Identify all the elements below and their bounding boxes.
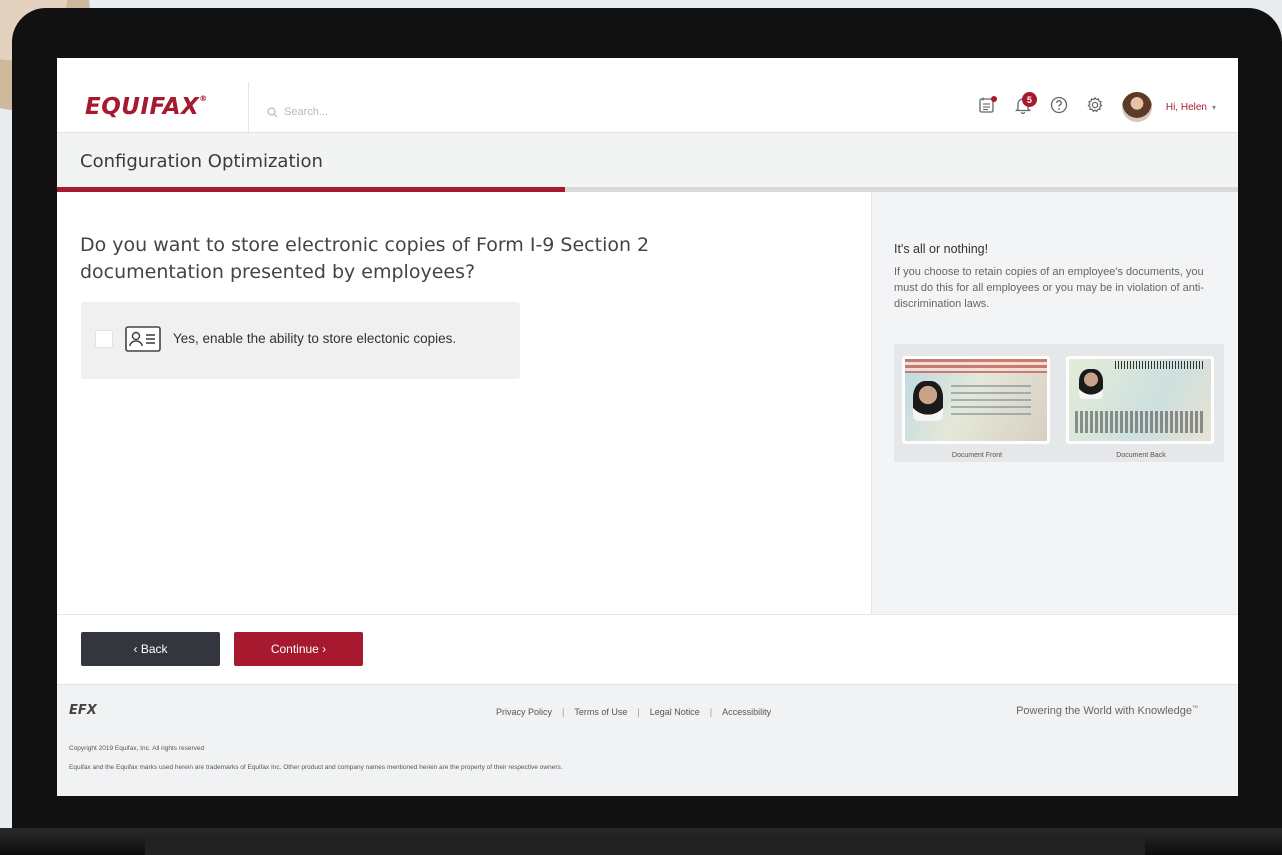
footer-separator: | [637,707,640,717]
efx-logo: EFX [69,703,97,718]
footer-separator: | [709,707,713,717]
store-copies-label: Yes, enable the ability to store electon… [173,331,457,346]
tagline-trademark: ™ [1192,705,1198,712]
notifications-button[interactable]: 5 [1012,92,1037,118]
document-back-mrz [1075,411,1203,433]
laptop-base [0,828,1282,855]
logo-text: EQUIFAX [85,94,200,120]
top-navigation-bar: EQUIFAX® 5 [57,58,1238,133]
document-back-image: Document Back [1066,356,1216,459]
page-title: Configuration Optimization [80,151,323,172]
copyright-text: Copyright 2019 Equifax, Inc. All rights … [69,745,205,752]
chevron-down-icon: ▾ [1211,102,1216,112]
gear-icon [1086,96,1104,119]
document-front-image: Document Front [902,356,1052,459]
info-side-panel: It's all or nothing! If you choose to re… [871,192,1238,614]
page-title-bar: Configuration Optimization [57,133,1238,187]
document-front-photo [913,381,943,421]
info-title: It's all or nothing! [894,242,989,256]
store-copies-checkbox[interactable] [95,330,113,348]
search-box[interactable] [267,106,484,118]
legal-text: Equifax and the Equifax marks used herei… [69,764,563,771]
wizard-button-bar: ‹ Back Continue › [57,614,1238,685]
store-copies-option[interactable]: Yes, enable the ability to store electon… [81,302,520,379]
privacy-policy-link[interactable]: Privacy Policy [496,707,552,717]
help-icon [1050,96,1068,119]
app-screen: EQUIFAX® 5 [57,58,1238,796]
search-icon [267,106,278,118]
document-back-caption: Document Back [1116,452,1166,459]
search-input[interactable] [284,106,484,118]
continue-button[interactable]: Continue › [234,632,363,666]
logo-registered-mark: ® [199,94,208,103]
header-divider [248,82,249,132]
back-button[interactable]: ‹ Back [81,632,220,666]
info-text: If you choose to retain copies of an emp… [894,266,1204,310]
settings-button[interactable] [1084,96,1106,118]
footer-links: Privacy Policy | Terms of Use | Legal No… [496,707,771,717]
footer-separator: | [562,707,565,717]
document-examples: Document Front Document Back [894,344,1224,462]
equifax-logo[interactable]: EQUIFAX® [85,94,208,120]
document-back-barcode [1115,361,1205,369]
footer-tagline: Powering the World with Knowledge™ [1016,705,1198,717]
question-text: Do you want to store electronic copies o… [80,234,650,283]
user-menu[interactable]: Hi, Helen ▾ [1166,102,1216,113]
avatar[interactable] [1121,92,1152,122]
question-panel: Do you want to store electronic copies o… [57,192,869,614]
footer: EFX Privacy Policy | Terms of Use | Lega… [57,684,1238,796]
document-front-text-lines [951,385,1031,419]
header-tools: 5 Hi, Helen ▾ [976,92,1216,122]
document-front-caption: Document Front [951,452,1003,459]
document-front-card [902,356,1050,444]
legal-notice-link[interactable]: Legal Notice [650,707,700,717]
notification-count-badge: 5 [1021,92,1037,107]
accessibility-link[interactable]: Accessibility [722,707,771,717]
document-back-photo [1079,369,1103,399]
task-alert-dot [990,96,997,102]
user-greeting: Hi, Helen [1165,101,1207,113]
tagline-text: Powering the World with Knowledge [1016,705,1192,717]
document-back-card [1066,356,1214,444]
help-button[interactable] [1048,96,1070,118]
id-card-icon [125,326,161,352]
terms-of-use-link[interactable]: Terms of Use [574,707,627,717]
task-list-button[interactable] [976,96,998,118]
